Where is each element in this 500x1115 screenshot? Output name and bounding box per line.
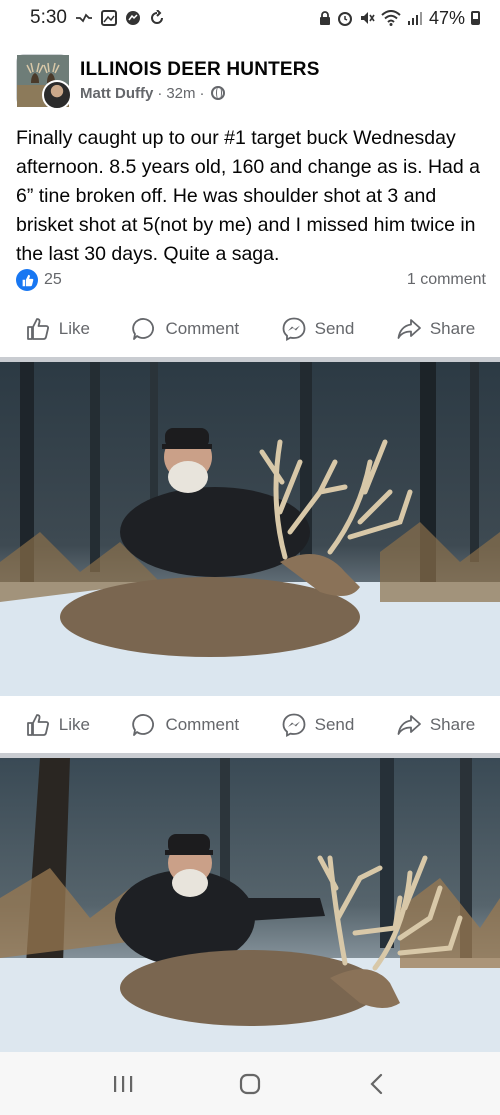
- signal-icon: [407, 12, 422, 25]
- like-button[interactable]: Like: [25, 712, 90, 738]
- user-avatar[interactable]: [42, 80, 72, 110]
- share-label: Share: [429, 319, 476, 338]
- battery-icon: [471, 11, 480, 25]
- android-nav-bar: [0, 1052, 500, 1115]
- status-left: 5:30: [30, 7, 165, 29]
- post-text: Finally caught up to our #1 target buck …: [16, 127, 480, 265]
- share-icon: [397, 715, 421, 735]
- post-header: ILLINOIS DEER HUNTERS Matt Duffy · 32m ·: [16, 52, 486, 110]
- author-name[interactable]: Matt Duffy: [80, 85, 153, 102]
- meta-separator: ·: [157, 84, 163, 102]
- home-icon: [239, 1073, 261, 1094]
- reaction-summary[interactable]: 25: [16, 269, 62, 291]
- lock-icon: [319, 11, 330, 25]
- comment-icon: [132, 714, 155, 736]
- like-label: Like: [58, 715, 90, 734]
- reactions-row: 25 1 comment: [16, 266, 486, 294]
- gallery-icon: [100, 10, 117, 26]
- back-button[interactable]: [357, 1064, 397, 1104]
- header-text: ILLINOIS DEER HUNTERS Matt Duffy · 32m ·: [80, 59, 320, 102]
- post-meta: Matt Duffy · 32m ·: [80, 85, 320, 102]
- home-button[interactable]: [230, 1064, 270, 1104]
- meta-separator: ·: [199, 84, 205, 102]
- comment-label: Comment: [165, 319, 240, 338]
- missed-call-icon: [75, 13, 92, 23]
- avatar-stack[interactable]: [16, 54, 72, 110]
- recent-apps-icon: [114, 1075, 133, 1092]
- share-button[interactable]: Share: [396, 316, 475, 342]
- like-button[interactable]: Like: [25, 316, 90, 342]
- status-right: 47%: [319, 8, 480, 29]
- like-reaction-icon: [16, 269, 38, 291]
- messenger-icon: [282, 317, 306, 342]
- post-timestamp[interactable]: 32m: [166, 85, 195, 102]
- like-icon: [26, 318, 49, 340]
- reaction-count[interactable]: 25: [44, 271, 62, 289]
- globe-icon: [210, 86, 225, 100]
- send-label: Send: [314, 715, 355, 734]
- hunter-buck-photo-1: [0, 362, 500, 696]
- action-bar: Like Comment Send Share: [0, 304, 500, 354]
- battery-percent: 47%: [428, 7, 465, 28]
- alarm-icon: [337, 12, 352, 26]
- messenger-icon: [282, 713, 306, 738]
- comment-button[interactable]: Comment: [131, 712, 239, 738]
- messenger-status-icon: [125, 11, 140, 25]
- like-label: Like: [58, 319, 90, 338]
- comment-icon: [132, 318, 155, 340]
- mute-icon: [360, 12, 375, 24]
- share-button[interactable]: Share: [396, 712, 475, 738]
- share-icon: [397, 319, 421, 339]
- send-label: Send: [314, 319, 355, 338]
- comment-button[interactable]: Comment: [131, 316, 239, 342]
- hunter-buck-photo-2: [0, 758, 500, 1052]
- post-photo-1[interactable]: [0, 362, 500, 696]
- like-icon: [26, 714, 49, 736]
- action-bar: Like Comment Send Share: [0, 700, 500, 750]
- group-name[interactable]: ILLINOIS DEER HUNTERS: [80, 59, 320, 81]
- share-label: Share: [429, 715, 476, 734]
- comment-label: Comment: [165, 715, 240, 734]
- send-button[interactable]: Send: [281, 316, 355, 342]
- status-bar: 5:30 47%: [0, 0, 500, 36]
- recent-apps-button[interactable]: [103, 1064, 143, 1104]
- sync-icon: [151, 10, 163, 24]
- status-time: 5:30: [30, 7, 67, 28]
- post-photo-2[interactable]: [0, 758, 500, 1052]
- back-icon: [370, 1073, 382, 1094]
- wifi-icon: [381, 10, 401, 26]
- comment-count[interactable]: 1 comment: [407, 271, 486, 289]
- send-button[interactable]: Send: [281, 712, 355, 738]
